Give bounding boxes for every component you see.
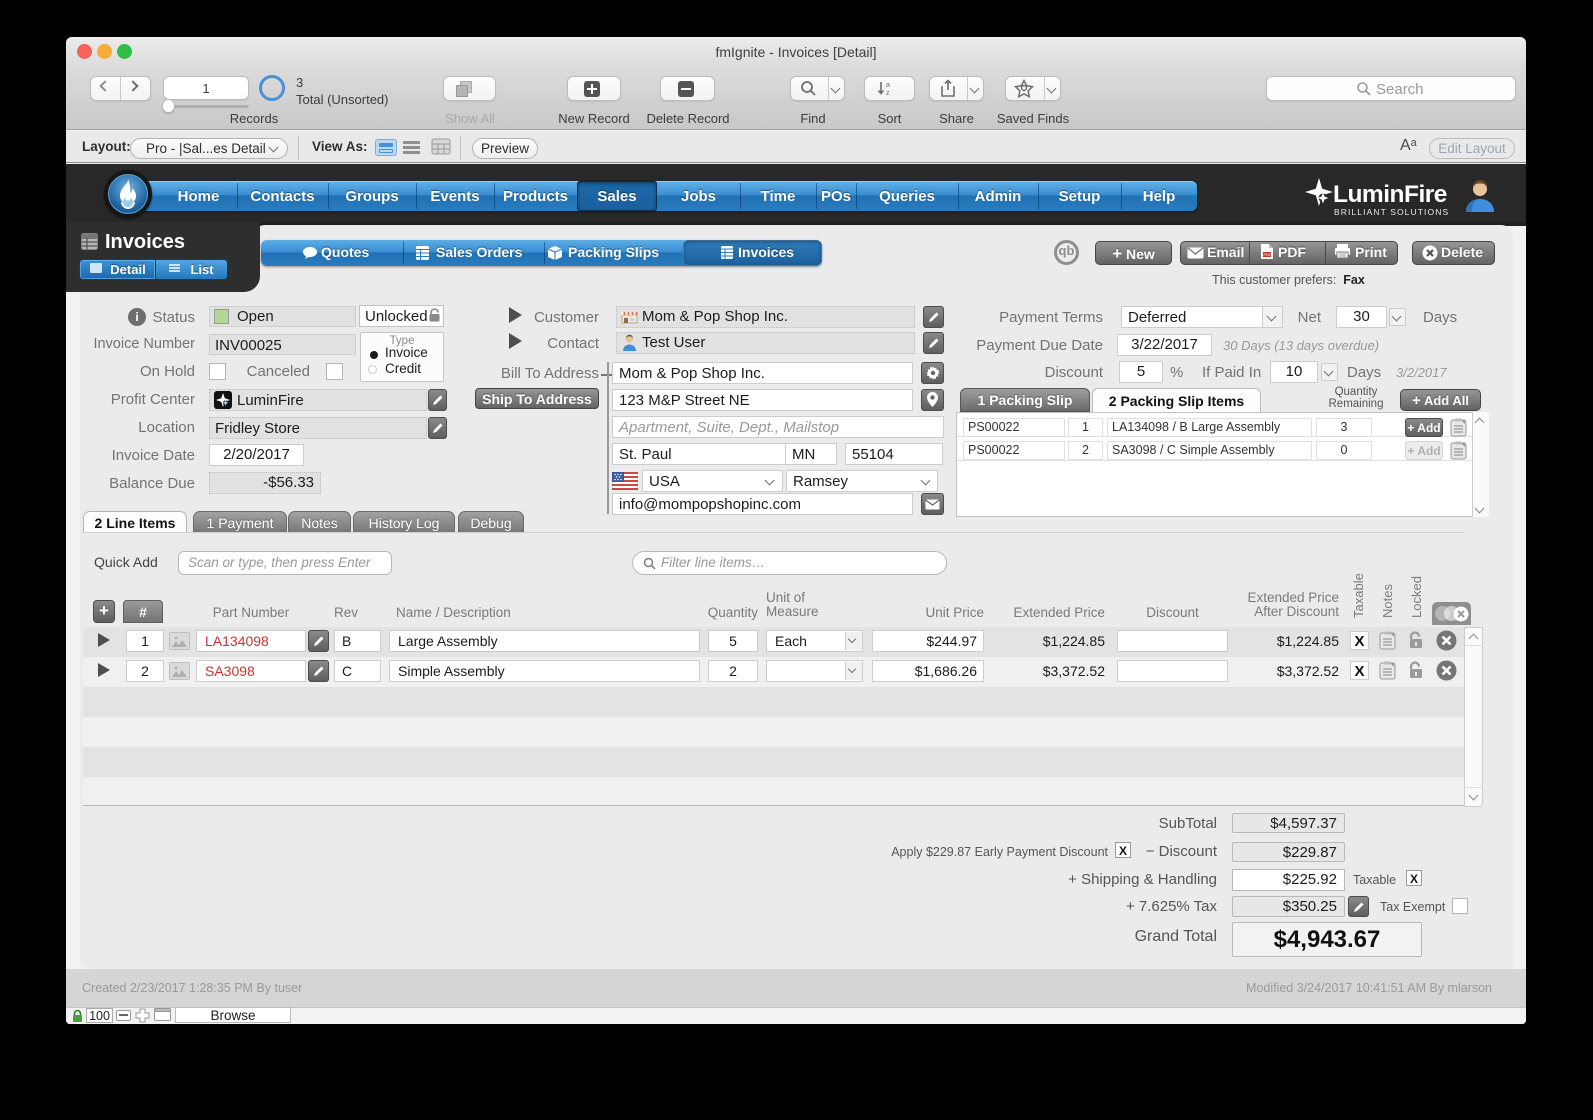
svg-text:z: z xyxy=(886,90,890,97)
svg-text:PDF: PDF xyxy=(1264,252,1273,257)
svg-text:a: a xyxy=(886,82,890,89)
